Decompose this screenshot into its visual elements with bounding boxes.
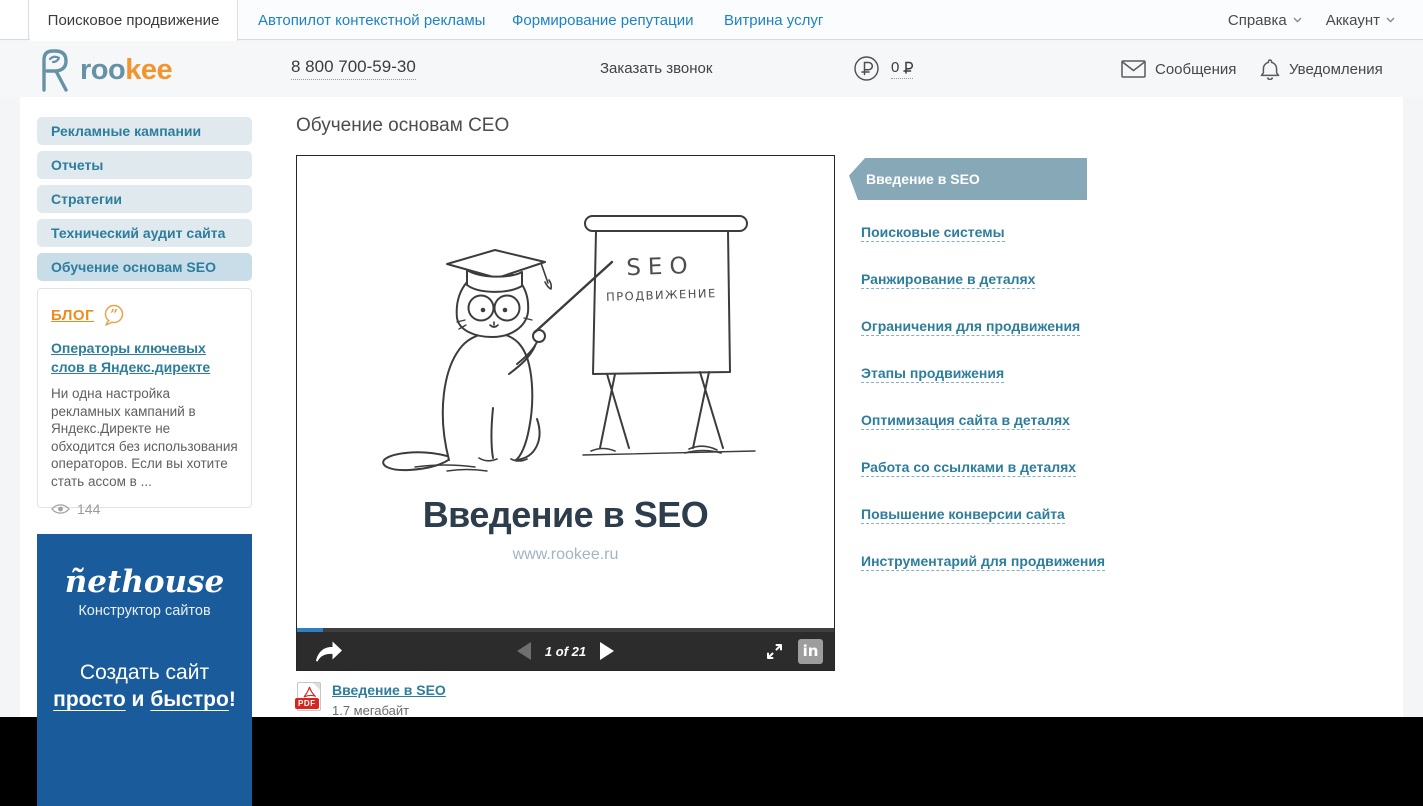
sidebar-item-reports[interactable]: Отчеты xyxy=(37,151,252,179)
eye-icon xyxy=(51,504,70,514)
rookee-logo[interactable]: rookee xyxy=(36,48,173,92)
messages-button[interactable]: Сообщения xyxy=(1121,60,1236,78)
blog-header: БЛОГ ” xyxy=(51,304,238,326)
banner-line1: Создать сайт xyxy=(79,661,210,684)
chevron-down-icon xyxy=(1293,17,1302,23)
tab-services-showcase[interactable]: Витрина услуг xyxy=(724,0,823,40)
slide-pager: 1 of 21 xyxy=(297,632,834,670)
banner-line2: просто и быстро! xyxy=(53,688,236,711)
pdf-badge: PDF xyxy=(295,698,319,709)
ruble-sign xyxy=(903,61,914,74)
messages-label: Сообщения xyxy=(1155,60,1237,78)
nethouse-logo: ñethouse xyxy=(64,564,225,600)
blog-views: 144 xyxy=(51,501,238,517)
slide-url: www.rookee.ru xyxy=(512,546,619,563)
rookee-logo-text: rookee xyxy=(80,53,173,86)
slide-counter: 1 of 21 xyxy=(544,643,587,659)
screen: Поисковое продвижение Автопилот контекст… xyxy=(0,0,1423,806)
sidebar-item-tech-audit[interactable]: Технический аудит сайта xyxy=(37,219,252,247)
player-controls-right: in xyxy=(766,638,823,664)
tab-context-ads-autopilot[interactable]: Автопилот контекстной рекламы xyxy=(258,0,485,40)
phone-link[interactable]: 8 800 700-59-30 xyxy=(291,57,416,80)
sidebar-item-seo-training[interactable]: Обучение основам SEO xyxy=(37,253,252,281)
lesson-link-tools[interactable]: Инструментарий для продвижения xyxy=(861,553,1106,571)
chevron-down-icon xyxy=(1386,17,1395,23)
help-menu[interactable]: Справка xyxy=(1228,12,1302,29)
lesson-link-link-building[interactable]: Работа со ссылками в деталях xyxy=(861,459,1077,477)
next-slide-button[interactable] xyxy=(600,642,615,660)
lesson-list: Поисковые системы Ранжирование в деталях… xyxy=(861,224,1111,571)
help-label: Справка xyxy=(1227,11,1287,29)
pdf-file-size: 1.7 мегабайт xyxy=(332,703,410,718)
blog-card: БЛОГ ” Операторы ключевых слов в Яндекс.… xyxy=(37,288,252,517)
lesson-link-site-optimization[interactable]: Оптимизация сайта в деталях xyxy=(861,412,1070,430)
top-nav-corner xyxy=(0,0,29,40)
fullscreen-button[interactable] xyxy=(766,643,783,660)
sidebar-item-campaigns[interactable]: Рекламные кампании xyxy=(37,117,252,145)
previous-slide-button[interactable] xyxy=(516,642,531,660)
lesson-link-search-engines[interactable]: Поисковые системы xyxy=(861,224,1005,242)
board-text-promotion: ПРОДВИЖЕНИЕ xyxy=(606,286,717,304)
sidebar-nav: Рекламные кампании Отчеты Стратегии Техн… xyxy=(37,117,252,287)
share-arrow-icon xyxy=(316,641,342,662)
balance-amount[interactable]: 0 xyxy=(891,59,914,79)
envelope-icon xyxy=(1121,60,1146,78)
slideshare-player: SEO ПРОДВИЖЕНИЕ Введение в SEO www.rooke… xyxy=(296,155,835,671)
expand-icon xyxy=(767,643,782,659)
tab-label: Поисковое продвижение xyxy=(47,12,220,29)
main-panel: Рекламные кампании Отчеты Стратегии Техн… xyxy=(20,97,1403,806)
lesson-link-conversion[interactable]: Повышение конверсии сайта xyxy=(861,506,1065,524)
slide-view[interactable]: SEO ПРОДВИЖЕНИЕ Введение в SEO www.rooke… xyxy=(297,156,834,628)
sidebar-item-strategies[interactable]: Стратегии xyxy=(37,185,252,213)
lesson-active-intro-seo[interactable]: Введение в SEO xyxy=(849,158,1087,200)
player-controls: 1 of 21 in xyxy=(297,632,834,670)
top-nav: Поисковое продвижение Автопилот контекст… xyxy=(0,0,1423,41)
pdf-download-link[interactable]: Введение в SEO xyxy=(332,682,446,698)
account-label: Аккаунт xyxy=(1325,11,1380,29)
blog-link[interactable]: БЛОГ xyxy=(51,307,94,324)
linkedin-button[interactable]: in xyxy=(798,638,823,664)
banner-subtitle: Конструктор сайтов xyxy=(78,603,211,619)
nethouse-ad-banner[interactable]: ñethouse Конструктор сайтов Создать сайт… xyxy=(37,534,252,806)
notifications-label: Уведомления xyxy=(1289,60,1383,78)
lesson-link-promotion-stages[interactable]: Этапы продвижения xyxy=(861,365,1005,383)
acrobat-glyph xyxy=(303,686,316,698)
lessons-menu: Введение в SEO Поисковые системы Ранжиро… xyxy=(849,158,1111,600)
balance: 0 xyxy=(853,55,914,82)
slide-illustration: SEO ПРОДВИЖЕНИЕ xyxy=(382,215,756,472)
blog-article-link[interactable]: Операторы ключевых слов в Яндекс.директе xyxy=(51,339,238,377)
pdf-info: Введение в SEO 1.7 мегабайт xyxy=(332,682,446,718)
top-nav-right: Справка Аккаунт xyxy=(1228,0,1395,40)
ruble-icon xyxy=(854,56,879,81)
slide-title: Введение в SEO xyxy=(422,494,709,535)
pdf-file-icon: PDF xyxy=(295,682,321,711)
rookee-logo-icon xyxy=(42,49,68,92)
page-title: Обучение основам СЕО xyxy=(296,115,510,136)
pdf-attachment: PDF Введение в SEO 1.7 мегабайт xyxy=(295,682,446,718)
browser-page: Поисковое продвижение Автопилот контекст… xyxy=(0,0,1423,806)
bell-icon xyxy=(1260,59,1280,80)
blog-excerpt: Ни одна настройка рекламных кампаний в Я… xyxy=(51,386,238,489)
board-text-seo: SEO xyxy=(626,253,695,281)
account-menu[interactable]: Аккаунт xyxy=(1326,12,1395,29)
svg-text:”: ” xyxy=(110,308,118,324)
notifications-button[interactable]: Уведомления xyxy=(1260,58,1383,80)
header: rookee 8 800 700-59-30 Заказать звонок 0 xyxy=(0,41,1423,97)
tab-search-promotion[interactable]: Поисковое продвижение xyxy=(30,0,238,41)
lesson-link-promotion-limits[interactable]: Ограничения для продвижения xyxy=(861,318,1081,336)
lesson-link-ranking-details[interactable]: Ранжирование в деталях xyxy=(861,271,1036,289)
order-call-link[interactable]: Заказать звонок xyxy=(600,60,712,77)
share-button[interactable] xyxy=(313,640,343,662)
views-count: 144 xyxy=(77,501,101,517)
speech-bubble-icon: ” xyxy=(104,304,124,326)
tab-reputation[interactable]: Формирование репутации xyxy=(512,0,693,40)
